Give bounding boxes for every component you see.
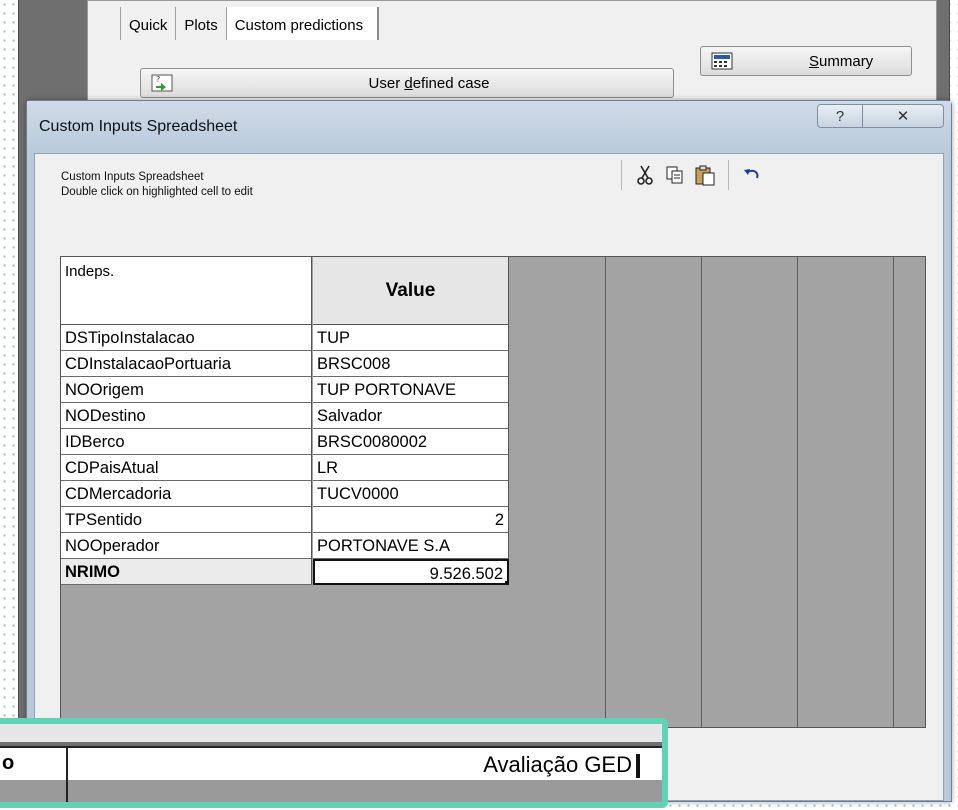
table-row-selected: NRIMO 9.526.502 xyxy=(61,559,509,585)
table-row: NODestino Salvador xyxy=(61,403,509,429)
overlay-row: o Avaliação GED xyxy=(0,746,662,784)
zoom-overlay: o Avaliação GED xyxy=(0,718,668,808)
user-defined-case-label: User defined case xyxy=(368,74,490,92)
table-row: NOOrigem TUP PORTONAVE xyxy=(61,377,509,403)
dialog-header-line2: Double click on highlighted cell to edit xyxy=(61,186,253,198)
undo-icon[interactable] xyxy=(741,164,763,186)
custom-inputs-dialog: Custom Inputs Spreadsheet ? ✕ Custom Inp… xyxy=(26,100,952,802)
table-row: CDMercadoria TUCV0000 xyxy=(61,481,509,507)
overlay-value[interactable]: Avaliação GED xyxy=(483,752,632,778)
indep-name-cell: DSTipoInstalacao xyxy=(61,325,312,351)
table-row: CDPaisAtual LR xyxy=(61,455,509,481)
inputs-grid: Indeps. Value DSTipoInstalacao TUP CDIns… xyxy=(60,256,926,728)
tab-custom-predictions[interactable]: Custom predictions xyxy=(225,7,380,40)
overlay-divider xyxy=(66,748,68,782)
overlay-top-strip xyxy=(0,724,662,742)
tab-plots[interactable]: Plots xyxy=(175,7,227,40)
value-cell[interactable]: LR xyxy=(313,455,509,481)
summary-button-label: Summary xyxy=(809,52,874,70)
svg-text:?: ? xyxy=(156,75,160,84)
dialog-client-area: Custom Inputs Spreadsheet Double click o… xyxy=(34,153,944,801)
value-cell[interactable]: TUP PORTONAVE xyxy=(313,377,509,403)
value-cell[interactable]: TUP xyxy=(313,325,509,351)
indep-name-cell: CDInstalacaoPortuaria xyxy=(61,351,312,377)
table-row: CDInstalacaoPortuaria BRSC008 xyxy=(61,351,509,377)
user-defined-case-button[interactable]: ? User defined case xyxy=(140,68,674,98)
indep-name-cell: NODestino xyxy=(61,403,312,429)
paste-icon[interactable] xyxy=(694,164,716,186)
grid-column-line xyxy=(605,257,606,727)
help-button[interactable]: ? xyxy=(817,104,863,128)
indep-name-cell: IDBerco xyxy=(61,429,312,455)
selected-value-cell[interactable]: 9.526.502 xyxy=(313,559,509,585)
grid-column-line xyxy=(797,257,798,727)
close-button[interactable]: ✕ xyxy=(862,104,944,128)
table-row: NOOperador PORTONAVE S.A xyxy=(61,533,509,559)
summary-button[interactable]: Summary xyxy=(700,46,912,76)
summary-icon xyxy=(711,52,733,70)
value-cell[interactable]: BRSC008 xyxy=(313,351,509,377)
tab-quick[interactable]: Quick xyxy=(120,7,177,40)
overlay-bottom-strip xyxy=(0,780,662,802)
toolbar-separator xyxy=(621,160,622,190)
table-row: TPSentido 2 xyxy=(61,507,509,533)
dialog-header-line1: Custom Inputs Spreadsheet xyxy=(61,171,204,183)
table-row: DSTipoInstalacao TUP xyxy=(61,325,509,351)
indep-name-cell: TPSentido xyxy=(61,507,312,533)
overlay-cursor xyxy=(636,754,640,778)
close-icon: ✕ xyxy=(896,108,910,125)
edit-toolbar xyxy=(617,154,763,196)
grid-column-line xyxy=(893,257,894,727)
indeps-header: Indeps. xyxy=(61,257,312,325)
value-header: Value xyxy=(313,257,509,325)
overlay-label: o xyxy=(2,752,15,774)
dialog-header-text: Custom Inputs Spreadsheet Double click o… xyxy=(61,170,253,200)
indep-name-cell: NOOrigem xyxy=(61,377,312,403)
overlay-divider xyxy=(66,780,68,802)
grid-column-line xyxy=(701,257,702,727)
table-row: IDBerco BRSC0080002 xyxy=(61,429,509,455)
fill-handle[interactable] xyxy=(505,581,507,583)
help-icon: ? xyxy=(835,107,845,125)
cut-icon[interactable] xyxy=(634,164,656,186)
selected-value-text: 9.526.502 xyxy=(429,565,503,583)
indep-name-cell: NOOperador xyxy=(61,533,312,559)
value-cell[interactable]: PORTONAVE S.A xyxy=(313,533,509,559)
value-cell[interactable]: Salvador xyxy=(313,403,509,429)
indep-name-cell: CDMercadoria xyxy=(61,481,312,507)
copy-icon[interactable] xyxy=(664,164,686,186)
value-cell[interactable]: 2 xyxy=(313,507,509,533)
indep-name-cell: CDPaisAtual xyxy=(61,455,312,481)
dialog-title: Custom Inputs Spreadsheet xyxy=(39,118,238,135)
tab-strip: Quick Plots Custom predictions xyxy=(120,7,380,40)
toolbar-separator xyxy=(728,160,729,190)
indep-name-cell: NRIMO xyxy=(61,559,312,585)
value-cell[interactable]: TUCV0000 xyxy=(313,481,509,507)
value-cell[interactable]: BRSC0080002 xyxy=(313,429,509,455)
user-case-icon: ? xyxy=(151,74,173,92)
dialog-titlebar[interactable]: Custom Inputs Spreadsheet ? ✕ xyxy=(27,101,951,153)
